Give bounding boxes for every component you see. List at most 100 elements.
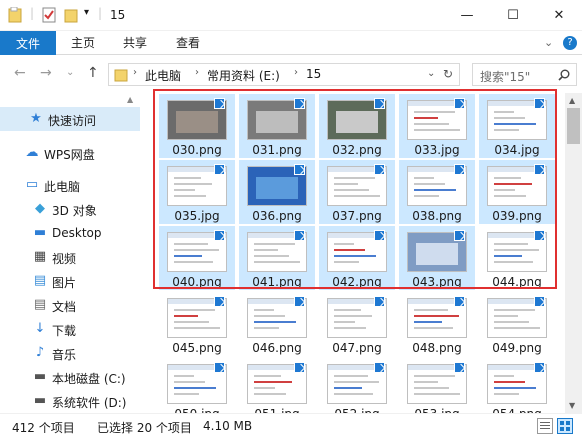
search-input[interactable]: 搜索"15" bbox=[480, 68, 530, 85]
sidebar-item[interactable]: ☁ WPS网盘 bbox=[0, 141, 140, 165]
file-item[interactable]: 033.jpg bbox=[399, 94, 475, 158]
shortcut-arrow-icon bbox=[374, 230, 385, 241]
minimize-icon: — bbox=[460, 8, 474, 23]
file-item[interactable]: 049.png bbox=[479, 292, 555, 356]
sidebar-item[interactable]: ▦ 视频 bbox=[0, 245, 140, 269]
sidebar-item-label: 图片 bbox=[52, 276, 77, 290]
scroll-down-icon[interactable]: ▼ bbox=[569, 401, 575, 410]
file-item[interactable]: 041.png bbox=[239, 226, 315, 290]
file-item[interactable]: 051.jpg bbox=[239, 358, 315, 413]
file-name: 049.png bbox=[492, 341, 542, 355]
file-item[interactable]: 030.png bbox=[159, 94, 235, 158]
details-view-icon[interactable] bbox=[537, 418, 553, 434]
minimize-button[interactable]: — bbox=[444, 0, 490, 31]
sidebar-item[interactable]: ◆ 3D 对象 bbox=[0, 197, 140, 221]
sidebar-item[interactable]: ▬ Desktop bbox=[0, 221, 140, 245]
search-box[interactable]: 搜索"15" bbox=[472, 63, 577, 86]
sidebar-item-label: 此电脑 bbox=[44, 180, 81, 194]
sidebar-item[interactable]: ▤ 文档 bbox=[0, 293, 140, 317]
shortcut-arrow-icon bbox=[214, 98, 225, 109]
file-item[interactable]: 054.png bbox=[479, 358, 555, 413]
sidebar-item[interactable]: ▭ 此电脑 bbox=[0, 173, 140, 197]
file-item[interactable]: 045.png bbox=[159, 292, 235, 356]
sidebar-item-label: 下载 bbox=[52, 324, 77, 338]
sidebar-item-label: 快速访问 bbox=[48, 114, 97, 128]
sidebar-item[interactable]: ▤ 图片 bbox=[0, 269, 140, 293]
scroll-up-icon[interactable]: ▲ bbox=[569, 96, 575, 105]
back-arrow-icon[interactable]: ← bbox=[14, 65, 26, 81]
sidebar-item[interactable]: ▬ 本地磁盘 (C:) bbox=[0, 365, 140, 389]
file-item[interactable]: 035.jpg bbox=[159, 160, 235, 224]
sidebar-item-label: 3D 对象 bbox=[52, 204, 97, 218]
file-item[interactable]: 032.png bbox=[319, 94, 395, 158]
selected-size: 4.10 MB bbox=[203, 419, 253, 433]
address-dropdown-icon[interactable]: ⌄ bbox=[427, 68, 435, 79]
file-item[interactable]: 046.png bbox=[239, 292, 315, 356]
shortcut-arrow-icon bbox=[294, 362, 305, 373]
address-bar[interactable]: › 此电脑 › 常用资料 (E:) › 15 ⌄ ↻ bbox=[108, 63, 460, 86]
file-item[interactable]: 039.png bbox=[479, 160, 555, 224]
tab-file[interactable]: 文件 bbox=[0, 31, 56, 55]
scrollbar-thumb[interactable] bbox=[567, 108, 580, 144]
file-item[interactable]: 037.png bbox=[319, 160, 395, 224]
sidebar-item-label: 音乐 bbox=[52, 348, 77, 362]
sidebar-item-label: 系统软件 (D:) bbox=[52, 396, 127, 410]
file-item[interactable]: 034.jpg bbox=[479, 94, 555, 158]
sidebar-item[interactable]: ♪ 音乐 bbox=[0, 341, 140, 365]
sidebar-item[interactable]: ▬ 系统软件 (D:) bbox=[0, 389, 140, 413]
shortcut-arrow-icon bbox=[534, 164, 545, 175]
sidebar-item[interactable]: ↓ 下载 bbox=[0, 317, 140, 341]
up-arrow-icon[interactable]: ↑ bbox=[87, 65, 99, 81]
sidebar-item[interactable]: ★ 快速访问 bbox=[0, 107, 140, 131]
window-title: 15 bbox=[110, 8, 126, 22]
shortcut-arrow-icon bbox=[374, 296, 385, 307]
shortcut-arrow-icon bbox=[214, 362, 225, 373]
scroll-up-icon[interactable]: ▲ bbox=[127, 95, 133, 104]
close-button[interactable]: ✕ bbox=[536, 0, 582, 31]
file-item[interactable]: 047.png bbox=[319, 292, 395, 356]
new-folder-icon[interactable] bbox=[64, 7, 78, 23]
shortcut-arrow-icon bbox=[534, 230, 545, 241]
item-count: 412 个项目 bbox=[12, 421, 75, 435]
customize-toolbar-icon[interactable]: ▾ bbox=[84, 7, 89, 18]
breadcrumb-separator: › bbox=[195, 67, 199, 78]
tab-share[interactable]: 共享 bbox=[123, 31, 147, 55]
file-item[interactable]: 042.png bbox=[319, 226, 395, 290]
vertical-scrollbar[interactable]: ▲ ▼ bbox=[565, 93, 582, 413]
shortcut-arrow-icon bbox=[214, 230, 225, 241]
file-item[interactable]: 053.jpg bbox=[399, 358, 475, 413]
shortcut-arrow-icon bbox=[294, 296, 305, 307]
file-item[interactable]: 040.png bbox=[159, 226, 235, 290]
file-item[interactable]: 036.png bbox=[239, 160, 315, 224]
file-item[interactable]: 052.jpg bbox=[319, 358, 395, 413]
file-name: 044.png bbox=[492, 275, 542, 289]
file-item[interactable]: 043.png bbox=[399, 226, 475, 290]
navigation-pane: ▲ ★ 快速访问 ☁ WPS网盘 ▭ 此电脑 ◆ 3D 对象 ▬ Desktop ▦ 视频 ▤ 图片 ▤ 文档… bbox=[0, 93, 140, 413]
expand-ribbon-icon[interactable]: ⌄ bbox=[544, 36, 553, 49]
shortcut-arrow-icon bbox=[294, 230, 305, 241]
tab-home[interactable]: 主页 bbox=[71, 31, 95, 55]
file-name: 031.png bbox=[252, 143, 302, 157]
shortcut-arrow-icon bbox=[374, 98, 385, 109]
breadcrumb-current-folder[interactable]: 15 bbox=[306, 67, 321, 81]
tab-view[interactable]: 查看 bbox=[176, 31, 200, 55]
desktop-icon: ▬ bbox=[33, 225, 47, 240]
maximize-button[interactable]: ☐ bbox=[490, 0, 536, 31]
forward-arrow-icon[interactable]: → bbox=[40, 65, 52, 81]
breadcrumb-this-pc[interactable]: 此电脑 bbox=[145, 67, 181, 84]
search-icon[interactable] bbox=[558, 69, 570, 81]
cube-icon: ◆ bbox=[35, 201, 45, 216]
file-item[interactable]: 048.png bbox=[399, 292, 475, 356]
file-item[interactable]: 050.jpg bbox=[159, 358, 235, 413]
recent-locations-icon[interactable]: ⌄ bbox=[66, 67, 74, 78]
file-name: 032.png bbox=[332, 143, 382, 157]
separator: | bbox=[30, 6, 35, 20]
refresh-icon[interactable]: ↻ bbox=[443, 67, 453, 81]
properties-icon[interactable] bbox=[42, 7, 56, 23]
file-item[interactable]: 031.png bbox=[239, 94, 315, 158]
file-item[interactable]: 038.png bbox=[399, 160, 475, 224]
breadcrumb-drive-e[interactable]: 常用资料 (E:) bbox=[207, 67, 280, 84]
file-item[interactable]: 044.png bbox=[479, 226, 555, 290]
large-icons-view-icon[interactable] bbox=[557, 418, 573, 434]
help-icon[interactable]: ? bbox=[563, 36, 577, 50]
